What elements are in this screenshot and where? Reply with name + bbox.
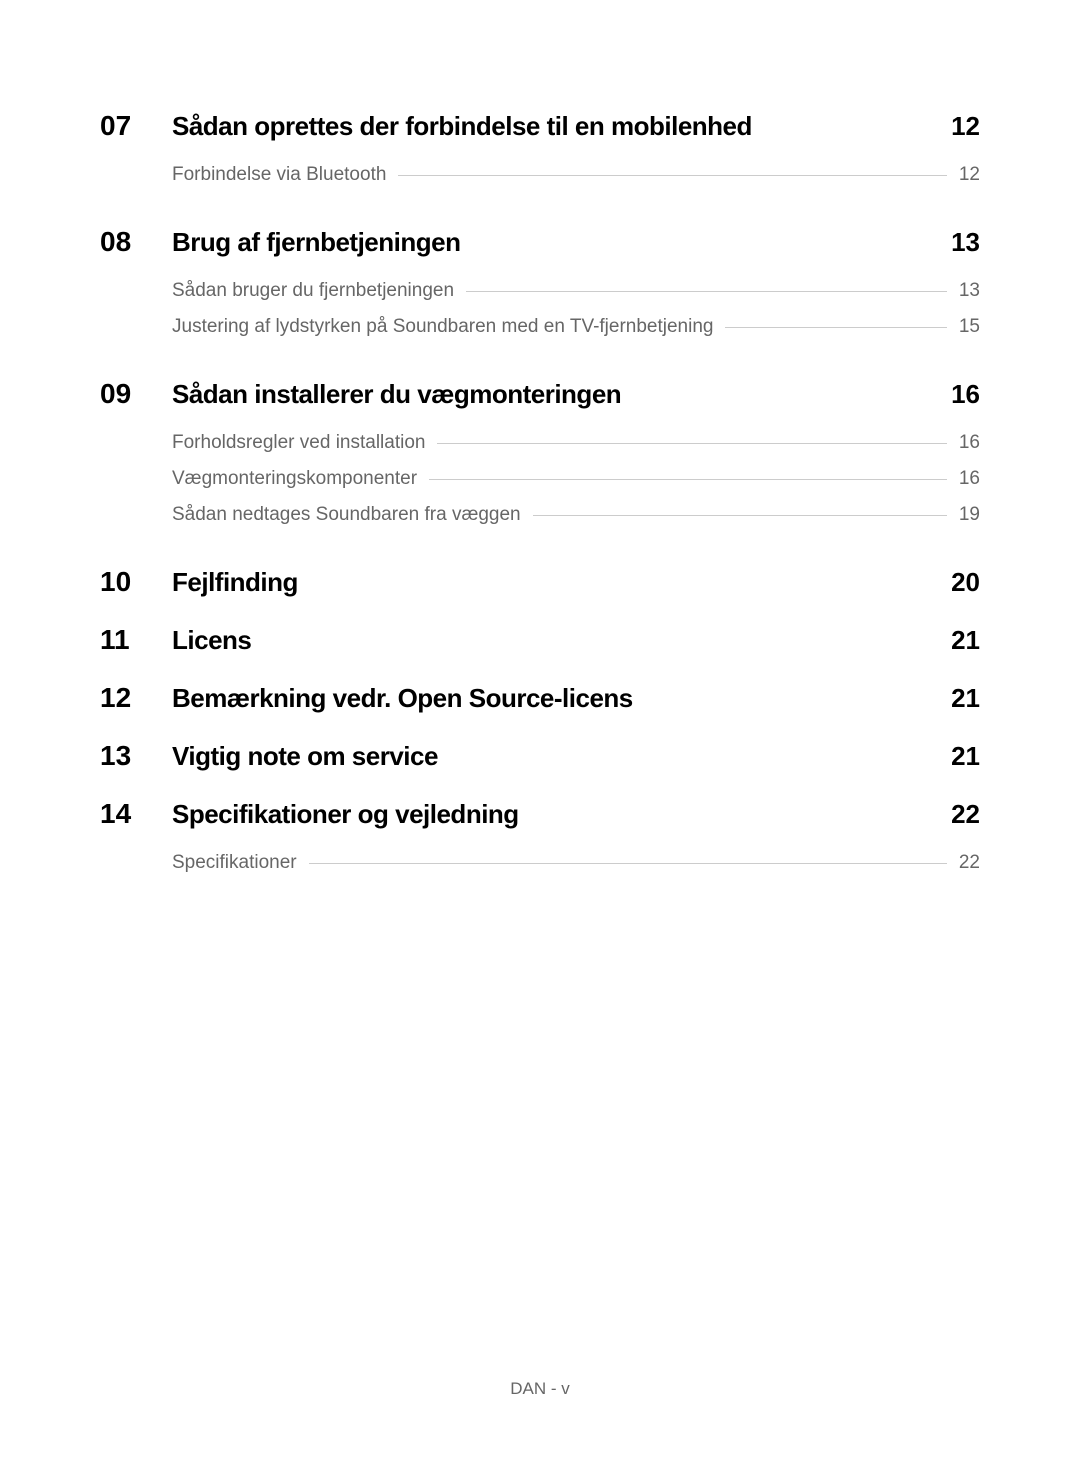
section-title: Bemærkning vedr. Open Source-licens (172, 683, 633, 714)
section-number: 14 (100, 798, 172, 830)
leader-line (429, 479, 947, 480)
toc-section: 09 Sådan installerer du vægmonteringen 1… (100, 378, 980, 540)
section-row: 09 Sådan installerer du vægmonteringen 1… (100, 378, 980, 540)
page-footer: DAN - v (0, 1379, 1080, 1399)
section-number: 13 (100, 740, 172, 772)
section-content: Bemærkning vedr. Open Source-licens 21 (172, 683, 980, 714)
sub-page: 15 (959, 316, 980, 338)
section-title: Brug af fjernbetjeningen (172, 227, 460, 258)
section-content: Specifikationer og vejledning 22 Specifi… (172, 799, 980, 888)
sub-title: Forbindelse via Bluetooth (172, 164, 386, 186)
sub-page: 22 (959, 852, 980, 874)
section-page: 20 (951, 567, 980, 598)
sub-item: Vægmonteringskomponenter 16 (172, 468, 980, 490)
section-content: Vigtig note om service 21 (172, 741, 980, 772)
section-content: Sådan installerer du vægmonteringen 16 F… (172, 379, 980, 540)
section-page: 13 (951, 227, 980, 258)
sub-item: Sådan bruger du fjernbetjeningen 13 (172, 280, 980, 302)
section-page: 16 (951, 379, 980, 410)
section-header: Bemærkning vedr. Open Source-licens 21 (172, 683, 980, 714)
sub-item: Forbindelse via Bluetooth 12 (172, 164, 980, 186)
leader-line (533, 515, 947, 516)
section-header: Fejlfinding 20 (172, 567, 980, 598)
sub-page: 13 (959, 280, 980, 302)
section-row: 12 Bemærkning vedr. Open Source-licens 2… (100, 682, 980, 714)
section-row: 10 Fejlfinding 20 (100, 566, 980, 598)
sub-title: Vægmonteringskomponenter (172, 468, 417, 490)
sub-item: Specifikationer 22 (172, 852, 980, 874)
sub-page: 12 (959, 164, 980, 186)
section-number: 08 (100, 226, 172, 258)
section-number: 12 (100, 682, 172, 714)
sub-title: Sådan nedtages Soundbaren fra væggen (172, 504, 521, 526)
toc-section: 10 Fejlfinding 20 (100, 566, 980, 598)
section-number: 11 (100, 624, 172, 656)
table-of-contents: 07 Sådan oprettes der forbindelse til en… (100, 110, 980, 888)
section-page: 21 (951, 625, 980, 656)
toc-section: 11 Licens 21 (100, 624, 980, 656)
toc-section: 08 Brug af fjernbetjeningen 13 Sådan bru… (100, 226, 980, 352)
section-page: 12 (951, 111, 980, 142)
section-header: Specifikationer og vejledning 22 (172, 799, 980, 830)
sub-item: Forholdsregler ved installation 16 (172, 432, 980, 454)
section-row: 08 Brug af fjernbetjeningen 13 Sådan bru… (100, 226, 980, 352)
sub-item: Sådan nedtages Soundbaren fra væggen 19 (172, 504, 980, 526)
sub-page: 16 (959, 432, 980, 454)
section-title: Specifikationer og vejledning (172, 799, 519, 830)
toc-section: 12 Bemærkning vedr. Open Source-licens 2… (100, 682, 980, 714)
section-page: 21 (951, 741, 980, 772)
section-row: 11 Licens 21 (100, 624, 980, 656)
section-header: Licens 21 (172, 625, 980, 656)
section-page: 21 (951, 683, 980, 714)
sub-page: 16 (959, 468, 980, 490)
sub-title: Sådan bruger du fjernbetjeningen (172, 280, 454, 302)
leader-line (398, 175, 946, 176)
leader-line (725, 327, 946, 328)
sub-item: Justering af lydstyrken på Soundbaren me… (172, 316, 980, 338)
leader-line (466, 291, 947, 292)
section-title: Licens (172, 625, 251, 656)
section-header: Sådan installerer du vægmonteringen 16 (172, 379, 980, 410)
section-title: Sådan installerer du vægmonteringen (172, 379, 621, 410)
section-title: Sådan oprettes der forbindelse til en mo… (172, 111, 752, 142)
leader-line (437, 443, 946, 444)
section-title: Vigtig note om service (172, 741, 438, 772)
sub-title: Forholdsregler ved installation (172, 432, 425, 454)
section-header: Vigtig note om service 21 (172, 741, 980, 772)
toc-section: 07 Sådan oprettes der forbindelse til en… (100, 110, 980, 200)
toc-section: 14 Specifikationer og vejledning 22 Spec… (100, 798, 980, 888)
leader-line (309, 863, 947, 864)
section-row: 07 Sådan oprettes der forbindelse til en… (100, 110, 980, 200)
sub-title: Justering af lydstyrken på Soundbaren me… (172, 316, 713, 338)
section-content: Sådan oprettes der forbindelse til en mo… (172, 111, 980, 200)
section-page: 22 (951, 799, 980, 830)
sub-title: Specifikationer (172, 852, 297, 874)
section-content: Licens 21 (172, 625, 980, 656)
section-number: 10 (100, 566, 172, 598)
section-row: 13 Vigtig note om service 21 (100, 740, 980, 772)
section-content: Fejlfinding 20 (172, 567, 980, 598)
section-header: Brug af fjernbetjeningen 13 (172, 227, 980, 258)
section-number: 09 (100, 378, 172, 410)
section-title: Fejlfinding (172, 567, 298, 598)
section-content: Brug af fjernbetjeningen 13 Sådan bruger… (172, 227, 980, 352)
section-row: 14 Specifikationer og vejledning 22 Spec… (100, 798, 980, 888)
sub-page: 19 (959, 504, 980, 526)
toc-section: 13 Vigtig note om service 21 (100, 740, 980, 772)
section-header: Sådan oprettes der forbindelse til en mo… (172, 111, 980, 142)
section-number: 07 (100, 110, 172, 142)
